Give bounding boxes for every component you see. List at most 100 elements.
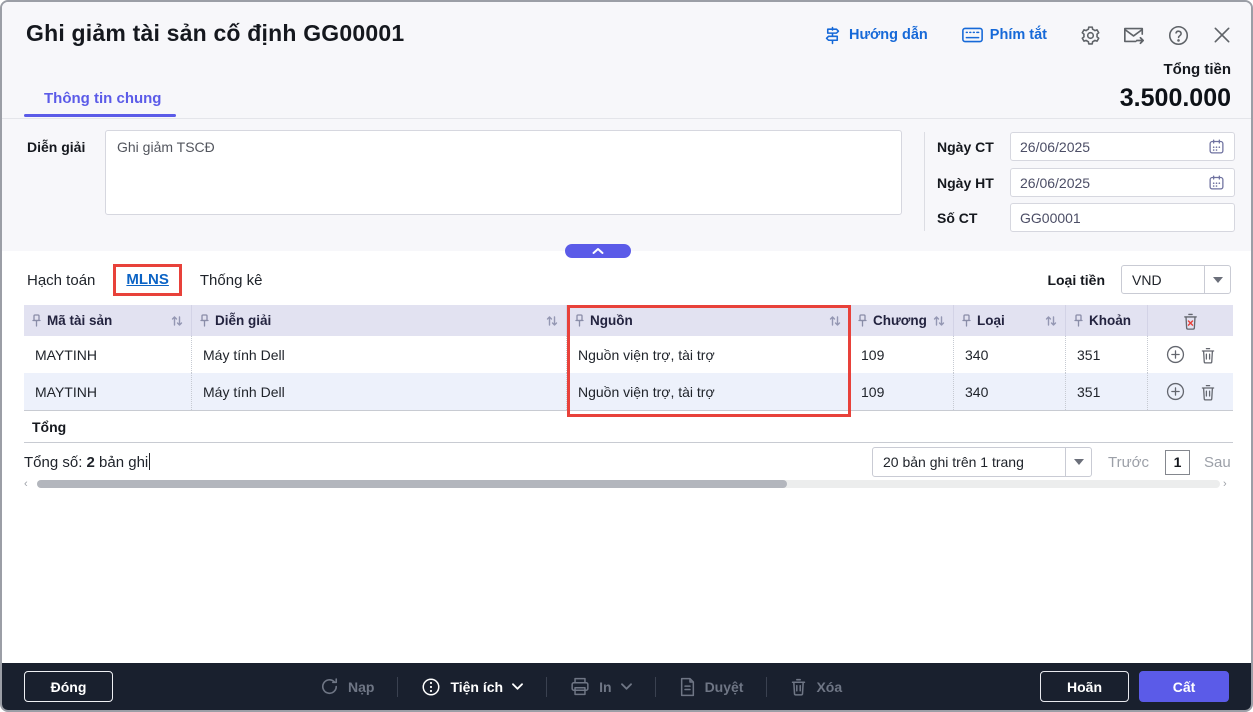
grid-total-label: Tổng [32, 419, 66, 435]
record-count-suffix: bản ghi [95, 454, 148, 471]
cell-item[interactable]: 351 [1066, 336, 1148, 373]
doc-date-label: Ngày CT [937, 139, 994, 155]
current-page-box[interactable]: 1 [1165, 450, 1190, 475]
cell-row-actions [1148, 336, 1233, 373]
print-label: In [599, 679, 611, 695]
help-icon[interactable] [1167, 24, 1189, 46]
refresh-icon [320, 677, 339, 696]
description-label: Diễn giải [27, 139, 85, 155]
add-row-icon[interactable] [1166, 345, 1185, 364]
reload-button[interactable]: Nạp [320, 677, 374, 696]
cell-description[interactable]: Máy tính Dell [192, 336, 567, 373]
cell-source[interactable]: Nguồn viện trợ, tài trợ [567, 336, 850, 373]
next-page-button[interactable]: Sau [1204, 454, 1231, 471]
column-header-type[interactable]: Loại [954, 305, 1066, 336]
delete-row-icon[interactable] [1200, 383, 1216, 401]
gear-icon[interactable] [1079, 24, 1101, 46]
cell-type[interactable]: 340 [954, 336, 1066, 373]
approve-button[interactable]: Duyệt [679, 677, 744, 697]
column-header-source[interactable]: Nguồn [567, 305, 850, 336]
table-row: MAYTINH Máy tính Dell Nguồn viện trợ, tà… [24, 336, 1233, 373]
pin-icon[interactable] [962, 314, 971, 327]
header-actions: Hướng dẫn Phím tắt [823, 24, 1233, 46]
close-icon[interactable] [1211, 24, 1233, 46]
cell-asset-code[interactable]: MAYTINH [24, 373, 192, 410]
column-header-chapter[interactable]: Chương [850, 305, 954, 336]
document-icon [679, 677, 696, 697]
pin-icon[interactable] [32, 314, 41, 327]
tab-active-underline [24, 114, 176, 117]
chevron-down-icon [621, 683, 632, 690]
cell-chapter[interactable]: 109 [850, 373, 954, 410]
post-date-value: 26/06/2025 [1020, 175, 1090, 191]
cell-asset-code[interactable]: MAYTINH [24, 336, 192, 373]
shortcut-link[interactable]: Phím tắt [962, 27, 1047, 43]
pin-icon[interactable] [858, 314, 867, 327]
table-row: MAYTINH Máy tính Dell Nguồn viện trợ, tà… [24, 373, 1233, 410]
collapse-header-button[interactable] [565, 244, 631, 258]
column-header-label: Khoản [1089, 313, 1131, 328]
doc-no-input[interactable]: GG00001 [1010, 203, 1235, 232]
column-header-description[interactable]: Diễn giải [192, 305, 567, 336]
add-row-icon[interactable] [1166, 382, 1185, 401]
scrollbar-thumb[interactable] [37, 480, 787, 488]
cell-type[interactable]: 340 [954, 373, 1066, 410]
text-cursor [149, 453, 150, 470]
pin-icon[interactable] [575, 314, 584, 327]
horizontal-scrollbar[interactable]: ‹ › [24, 479, 1233, 489]
grid-body: MAYTINH Máy tính Dell Nguồn viện trợ, tà… [24, 336, 1233, 410]
column-header-label: Mã tài sản [47, 313, 112, 328]
sort-icon[interactable] [829, 315, 841, 327]
mail-send-icon[interactable] [1123, 24, 1145, 46]
column-header-label: Nguồn [590, 313, 633, 328]
grid-header-row: Mã tài sản Diễn giải Nguồn Chương Loại [24, 305, 1233, 336]
record-count: Tổng số: 2 bản ghi [24, 453, 150, 471]
calendar-icon[interactable] [1208, 174, 1225, 191]
description-input[interactable]: Ghi giảm TSCĐ [105, 130, 902, 215]
cell-source[interactable]: Nguồn viện trợ, tài trợ [567, 373, 850, 410]
scrollbar-track[interactable] [37, 480, 1220, 488]
utilities-button[interactable]: Tiện ích [421, 677, 523, 697]
doc-date-input[interactable]: 26/06/2025 [1010, 132, 1235, 161]
delete-row-icon[interactable] [1200, 346, 1216, 364]
header-icon-group [1079, 24, 1233, 46]
tab-mlns[interactable]: MLNS [126, 271, 169, 288]
cell-chapter[interactable]: 109 [850, 336, 954, 373]
detail-tabs: Hạch toán MLNS Thống kê [27, 260, 262, 300]
cell-description[interactable]: Máy tính Dell [192, 373, 567, 410]
scroll-left-arrow[interactable]: ‹ [24, 479, 34, 489]
print-button[interactable]: In [570, 677, 631, 696]
keyboard-icon [962, 27, 983, 43]
sort-icon[interactable] [546, 315, 558, 327]
calendar-icon[interactable] [1208, 138, 1225, 155]
cell-item[interactable]: 351 [1066, 373, 1148, 410]
scroll-right-arrow[interactable]: › [1223, 479, 1233, 489]
delete-button[interactable]: Xóa [790, 677, 842, 696]
post-date-input[interactable]: 26/06/2025 [1010, 168, 1235, 197]
prev-page-button[interactable]: Trước [1108, 454, 1149, 471]
sort-icon[interactable] [1045, 315, 1057, 327]
column-header-item[interactable]: Khoản [1066, 305, 1148, 336]
currency-select[interactable]: VND [1121, 265, 1231, 294]
column-header-label: Loại [977, 313, 1005, 328]
mlns-annotation-box: MLNS [113, 264, 182, 296]
tab-general-info[interactable]: Thông tin chung [44, 90, 161, 107]
pin-icon[interactable] [1074, 314, 1083, 327]
sort-icon[interactable] [171, 315, 183, 327]
save-button[interactable]: Cất [1139, 671, 1229, 702]
chevron-up-icon [592, 247, 604, 255]
sort-icon[interactable] [933, 315, 945, 327]
column-header-asset-code[interactable]: Mã tài sản [24, 305, 192, 336]
page-size-select[interactable]: 20 bản ghi trên 1 trang [872, 447, 1092, 477]
doc-no-label: Số CT [937, 210, 977, 226]
tab-accounting[interactable]: Hạch toán [27, 272, 95, 289]
close-button[interactable]: Đóng [24, 671, 113, 702]
pin-icon[interactable] [200, 314, 209, 327]
tab-statistics[interactable]: Thống kê [200, 272, 263, 289]
printer-icon [570, 677, 590, 696]
grid-total-row: Tổng [24, 410, 1233, 443]
doc-no-value: GG00001 [1020, 210, 1081, 226]
postpone-button[interactable]: Hoãn [1040, 671, 1129, 702]
guide-link[interactable]: Hướng dẫn [823, 26, 928, 45]
delete-all-icon[interactable] [1182, 312, 1199, 330]
